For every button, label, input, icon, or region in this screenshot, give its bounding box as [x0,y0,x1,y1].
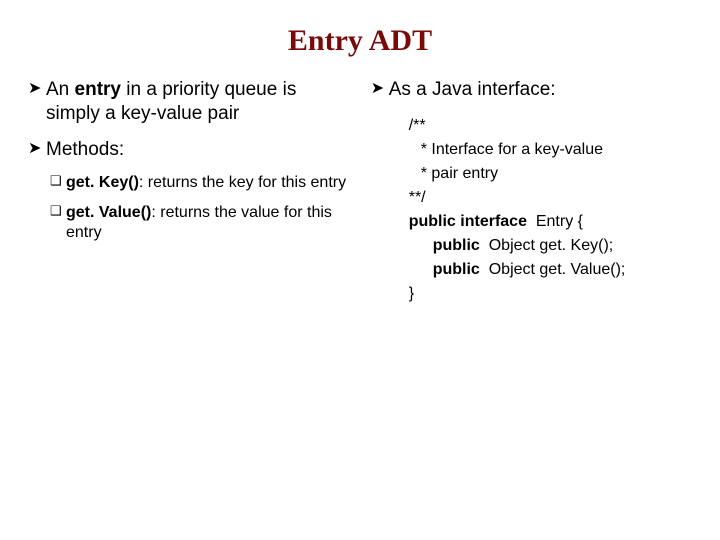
arrow-icon: ➤ [28,78,46,100]
code-line: public Object get. Key(); [393,234,690,258]
method-desc: : returns the key for this entry [139,174,346,191]
keyword: public [433,237,480,254]
code-block: /** * Interface for a key-value * pair e… [393,114,690,306]
text-bold-entry: entry [75,79,121,100]
arrow-icon: ➤ [28,138,46,160]
bullet-getkey: ❑ get. Key(): returns the key for this e… [50,173,347,193]
content-columns: ➤ An entry in a priority queue is simply… [28,78,692,306]
arrow-icon: ➤ [371,78,389,100]
code-text: Object get. Value(); [480,261,626,278]
bullet-methods: ➤ Methods: [28,138,347,162]
keyword: public interface [409,213,527,230]
keyword: public [433,261,480,278]
bullet-java-interface: ➤ As a Java interface: [371,78,690,102]
text-fragment: An [46,79,75,100]
methods-label: Methods: [46,138,347,162]
method-name: get. Key() [66,174,139,191]
java-interface-text: As a Java interface: [389,78,690,102]
getkey-text: get. Key(): returns the key for this ent… [66,173,347,193]
code-line: /** [393,114,690,138]
square-icon: ❑ [50,203,66,219]
getvalue-text: get. Value(): returns the value for this… [66,203,347,243]
code-line: } [393,282,690,306]
code-line: public Object get. Value(); [393,258,690,282]
code-line: * Interface for a key-value [393,138,690,162]
right-column: ➤ As a Java interface: /** * Interface f… [371,78,690,306]
code-line: public interface Entry { [393,210,690,234]
bullet-getvalue: ❑ get. Value(): returns the value for th… [50,203,347,243]
bullet-entry-definition: ➤ An entry in a priority queue is simply… [28,78,347,126]
code-line: * pair entry [393,162,690,186]
code-line: **/ [393,186,690,210]
code-text: Entry { [527,213,583,230]
code-text: Object get. Key(); [480,237,613,254]
slide-title: Entry ADT [28,24,692,58]
slide: Entry ADT ➤ An entry in a priority queue… [0,0,720,540]
left-column: ➤ An entry in a priority queue is simply… [28,78,347,306]
entry-definition-text: An entry in a priority queue is simply a… [46,78,347,126]
square-icon: ❑ [50,173,66,189]
method-name: get. Value() [66,204,151,221]
